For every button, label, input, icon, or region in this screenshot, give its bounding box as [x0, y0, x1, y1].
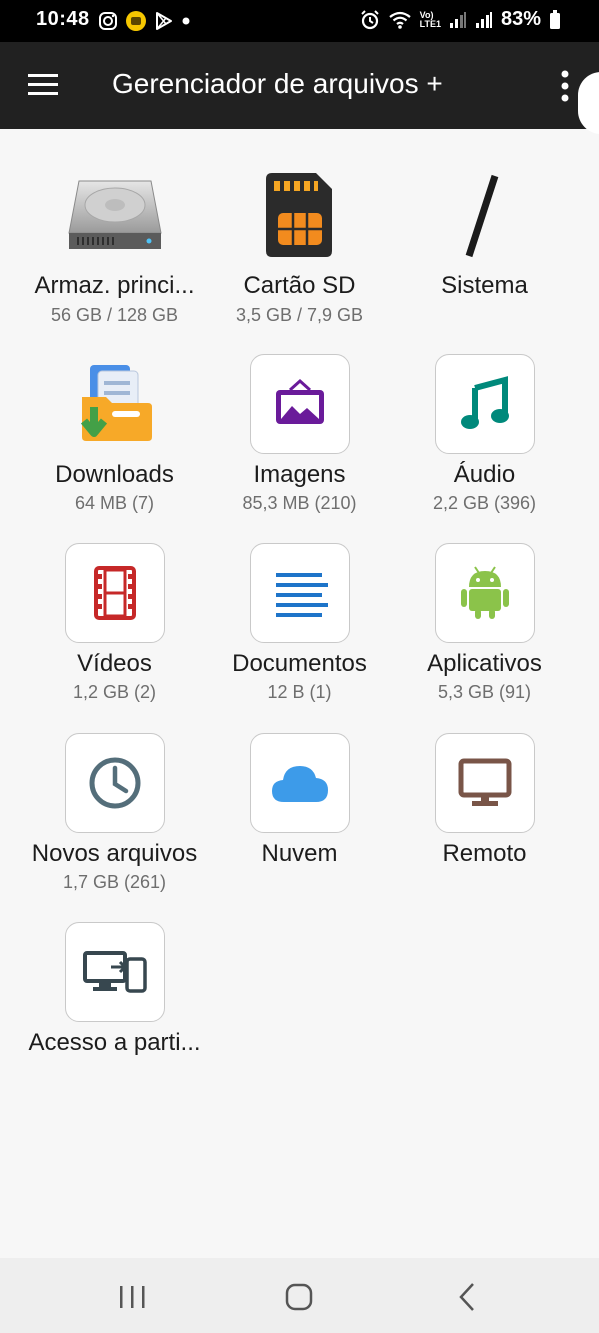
remote-icon-box: [434, 733, 535, 833]
tile-sd-card[interactable]: Cartão SD 3,5 GB / 7,9 GB: [200, 129, 399, 325]
tile-label: Remoto: [442, 840, 527, 867]
film-icon: [93, 566, 136, 620]
status-time: 10:48: [36, 8, 90, 30]
tile-recent-files[interactable]: Novos arquivos 1,7 GB (261): [15, 698, 214, 892]
more-vert-icon[interactable]: [553, 66, 577, 106]
back-icon[interactable]: [448, 1280, 488, 1314]
app-bar: Gerenciador de arquivos +: [0, 42, 599, 134]
root-slash-icon: [457, 173, 507, 259]
documents-icon-box: [249, 543, 350, 643]
tile-label: Vídeos: [77, 650, 152, 677]
image-icon: [275, 378, 324, 424]
edge-panel-handle[interactable]: [578, 72, 599, 134]
tile-images[interactable]: Imagens 85,3 MB (210): [200, 319, 399, 513]
hard-drive-icon: [65, 175, 165, 255]
emoji-notification-icon: [126, 11, 146, 31]
android-icon: [460, 566, 509, 619]
pc-to-phone-icon: [82, 951, 147, 993]
notification-icons: [98, 10, 191, 32]
recent-icon-box: [64, 733, 165, 833]
tile-label: Cartão SD: [243, 272, 356, 299]
music-note-icon: [460, 376, 509, 429]
battery-icon: [550, 9, 560, 29]
tile-remote[interactable]: Remoto: [385, 698, 584, 883]
tile-pc-access[interactable]: Acesso a parti...: [15, 887, 214, 1072]
tile-label: Acesso a parti...: [28, 1029, 201, 1056]
video-icon-box: [64, 543, 165, 643]
downloads-folder-icon: [76, 361, 154, 445]
tile-downloads[interactable]: Downloads 64 MB (7): [15, 319, 214, 513]
tile-label: Sistema: [441, 272, 528, 299]
monitor-icon: [458, 758, 511, 806]
tile-videos[interactable]: Vídeos 1,2 GB (2): [15, 508, 214, 702]
document-lines-icon: [275, 573, 328, 617]
alarm-icon: [360, 9, 379, 29]
system-status-icons: Vo) LTE1 83%: [360, 8, 561, 31]
dot-icon: [182, 17, 190, 25]
tile-apps[interactable]: Aplicativos 5,3 GB (91): [385, 508, 584, 702]
recents-icon[interactable]: [112, 1280, 152, 1314]
battery-percent: 83%: [500, 8, 541, 30]
volte-icon: Vo) LTE1: [419, 9, 441, 29]
clock-icon: [89, 757, 140, 809]
system-nav-bar: [0, 1258, 599, 1333]
audio-icon-box: [434, 354, 535, 454]
wifi-icon: [388, 11, 411, 29]
pc-access-icon-box: [64, 922, 165, 1022]
app-title: Gerenciador de arquivos +: [112, 68, 443, 99]
tile-label: Aplicativos: [427, 650, 542, 677]
tile-cloud[interactable]: Nuvem: [200, 698, 399, 883]
tile-system[interactable]: Sistema: [385, 129, 584, 314]
tile-label: Novos arquivos: [31, 840, 198, 867]
tile-label: Áudio: [453, 461, 516, 488]
tile-label: Imagens: [253, 461, 346, 488]
signal-icon: [475, 11, 492, 28]
tile-documents[interactable]: Documentos 12 B (1): [200, 508, 399, 702]
tile-main-storage[interactable]: Armaz. princi... 56 GB / 128 GB: [15, 129, 214, 325]
instagram-icon: [99, 12, 117, 30]
status-bar: 10:48 Vo) LTE1 83%: [0, 0, 599, 42]
image-icon-box: [249, 354, 350, 454]
apps-icon-box: [434, 543, 535, 643]
cloud-icon-box: [249, 733, 350, 833]
home-icon[interactable]: [279, 1280, 319, 1314]
signal-icon: [449, 11, 466, 28]
sd-card-icon: [264, 171, 334, 259]
tile-label: Documentos: [232, 650, 367, 677]
play-store-icon: [156, 12, 172, 30]
tile-label: Armaz. princi...: [34, 272, 195, 299]
tile-label: Nuvem: [261, 840, 338, 867]
hamburger-icon[interactable]: [26, 70, 60, 100]
tile-label: Downloads: [55, 461, 174, 488]
tile-audio[interactable]: Áudio 2,2 GB (396): [385, 319, 584, 513]
cloud-icon: [271, 766, 328, 802]
